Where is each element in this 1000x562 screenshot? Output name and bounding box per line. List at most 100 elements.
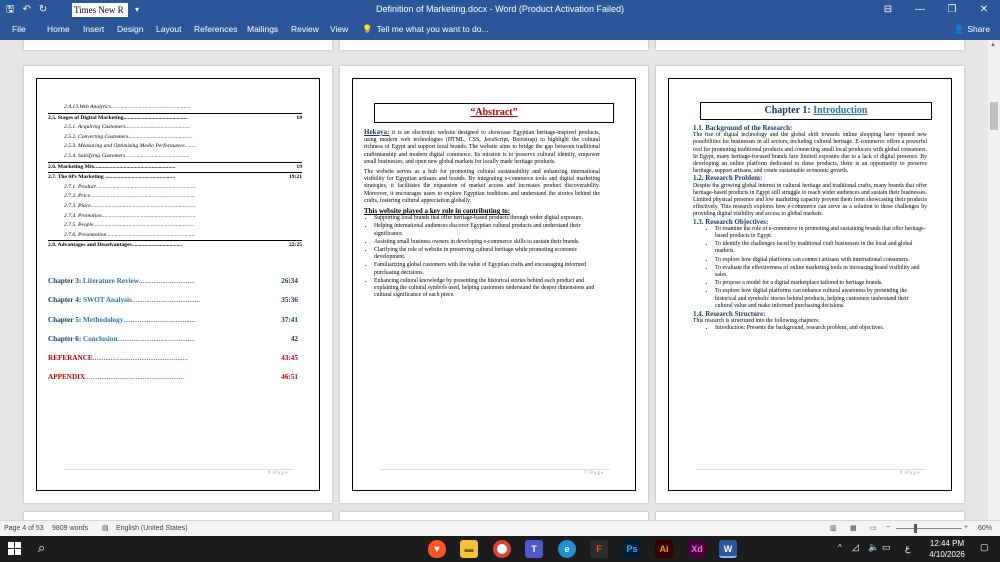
share-button[interactable]: 👤 Share [954, 24, 990, 35]
intro-body: 1.1. Background of the Research: The ris… [693, 124, 927, 334]
objective-item: To evaluate the effectiveness of online … [715, 265, 927, 279]
zoom-out-icon[interactable]: − [886, 524, 890, 531]
section-heading: 1.2. Research Problem: [693, 174, 763, 183]
scroll-up-icon[interactable]: ▲ [990, 42, 996, 48]
scroll-thumb[interactable] [990, 102, 998, 130]
illustrator-icon[interactable]: Ai [655, 540, 673, 558]
person-icon: 👤 [953, 24, 965, 34]
close-button[interactable]: ✕ [968, 0, 1000, 20]
zoom-slider-thumb[interactable] [914, 524, 917, 533]
tab-design[interactable]: Design [117, 24, 143, 34]
zoom-level[interactable]: 60% [978, 525, 992, 532]
read-mode-icon[interactable]: ▥ [830, 524, 837, 532]
word-count[interactable]: 9809 words [52, 525, 88, 532]
clock-date: 4/10/2026 [929, 550, 965, 559]
abstract-bullet: Helping international audiences discover… [374, 223, 600, 237]
toc-row-title: 2.7. The 6Ps Marketing .................… [48, 174, 175, 181]
photoshop-icon[interactable]: Ps [623, 540, 641, 558]
chevron-up-icon[interactable]: ^ [838, 543, 842, 552]
toc-row[interactable]: 2.7.4. Promotion........................… [48, 212, 302, 222]
page-abstract[interactable]: “Abstract” Hekaya: it is an electronic w… [340, 66, 648, 503]
battery-icon[interactable]: ▭ [882, 542, 891, 553]
toc-row[interactable]: 2.5.4. Satisfying Customers.............… [48, 152, 302, 162]
toc-chapter-6[interactable]: Chapter 6: Conclusion...................… [48, 335, 298, 343]
tell-me-box[interactable]: 💡 Tell me what you want to do... [362, 24, 489, 35]
toc-row[interactable]: 2.7.5. People...........................… [48, 221, 302, 231]
toc-chapter-3[interactable]: Chapter 3: Literature Review............… [48, 277, 298, 285]
brave-browser-icon[interactable]: ▼ [428, 540, 446, 558]
wifi-icon[interactable]: ◿ [852, 542, 859, 553]
toc-row[interactable]: 2.8. Advantages and Disadvantages.......… [48, 240, 302, 251]
toc-row[interactable]: 2.7.3. Place............................… [48, 202, 302, 212]
zoom-slider[interactable] [896, 528, 962, 529]
teams-icon[interactable]: T [525, 540, 543, 558]
clock[interactable]: 12:44 PM 4/10/2026 [922, 538, 972, 560]
windows-start-icon[interactable] [8, 542, 22, 556]
toc-row[interactable]: 2.7. The 6Ps Marketing .................… [48, 172, 302, 183]
page-toc[interactable]: 2.4.13.Web Analytics....................… [24, 66, 332, 503]
toc-row[interactable]: 2.6. Marketing Mix......................… [48, 161, 302, 173]
toc-references[interactable]: REFERANCE...............................… [48, 354, 298, 362]
page-introduction[interactable]: Chapter 1: Introduction 1.1. Background … [656, 66, 964, 503]
tab-view[interactable]: View [330, 24, 348, 34]
abstract-bullet: Clarifying the role of website in preser… [374, 247, 600, 261]
toc-row[interactable]: 2.5.2. Converting Customers.............… [48, 133, 302, 143]
toc-appendix[interactable]: APPENDIX................................… [48, 373, 298, 381]
toc-row-title: 2.8. Advantages and Disadvantages.......… [48, 242, 183, 249]
tab-mailings[interactable]: Mailings [247, 24, 278, 34]
toc-row[interactable]: 2.7.6. Presentation.....................… [48, 231, 302, 241]
minimize-button[interactable]: — [904, 0, 936, 20]
figma-icon[interactable]: F [590, 540, 608, 558]
tab-file[interactable]: File [12, 24, 26, 34]
structure-list: Introduction: Presents the background, r… [693, 325, 927, 332]
vertical-scrollbar[interactable]: ▲ [988, 40, 1000, 520]
zoom-in-icon[interactable]: + [964, 524, 968, 531]
word-taskbar-icon[interactable]: W [719, 540, 737, 558]
toc-row-page: 22:25 [288, 242, 302, 249]
tab-insert[interactable]: Insert [83, 24, 104, 34]
section-heading: 1.3. Research Objectives: [693, 217, 769, 226]
volume-icon[interactable]: 🔈 [868, 542, 879, 553]
toc-row-title: 2.7.2. Price............................… [64, 193, 195, 200]
tab-references[interactable]: References [194, 24, 237, 34]
toc-row[interactable]: 2.7.1. Product..........................… [48, 183, 302, 193]
page-stub [340, 40, 648, 50]
page-count[interactable]: Page 4 of 53 [4, 525, 44, 532]
chapter-title: Chapter 1: Introduction [700, 102, 932, 120]
document-canvas[interactable]: 2.4.13.Web Analytics....................… [0, 40, 988, 520]
page-number: 6 | P a g e [268, 471, 288, 476]
proofing-icon[interactable]: ▤ [102, 524, 109, 532]
search-icon[interactable]: ⌕ [38, 540, 45, 556]
edge-icon[interactable]: e [558, 540, 576, 558]
abstract-title: “Abstract” [374, 103, 614, 123]
notification-icon[interactable]: ▢ [980, 542, 989, 553]
tab-home[interactable]: Home [47, 24, 70, 34]
toc-chapter-5[interactable]: Chapter 5: Methodology..................… [48, 316, 298, 324]
toc-row-title: 2.5.2. Converting Customers.............… [64, 133, 193, 140]
web-layout-icon[interactable]: ▭ [870, 524, 877, 532]
page-number: 8 | P a g e [900, 471, 920, 476]
toc-row[interactable]: 2.5.3. Measuring and Optimizing Media Pe… [48, 142, 302, 152]
ribbon-tabs: File Home Insert Design Layout Reference… [0, 20, 1000, 40]
toc-row-page: 19:21 [288, 174, 302, 181]
tab-layout[interactable]: Layout [156, 24, 182, 34]
chrome-icon[interactable] [493, 540, 511, 558]
file-explorer-icon[interactable]: ▬ [460, 540, 478, 558]
xd-icon[interactable]: Xd [688, 540, 706, 558]
input-language[interactable]: ع [905, 543, 910, 554]
abstract-bullet: Supporting local brands that offer herit… [374, 215, 600, 222]
section-text: Despite the growing global interest in c… [693, 182, 927, 218]
tab-review[interactable]: Review [291, 24, 319, 34]
page-stub [656, 40, 964, 50]
language[interactable]: English (United States) [116, 525, 188, 532]
ribbon-display-icon[interactable]: ⊟ [872, 0, 904, 20]
print-layout-icon[interactable]: ▦ [850, 524, 857, 532]
toc-row[interactable]: 2.4.13.Web Analytics....................… [48, 103, 302, 113]
toc-row[interactable]: 2.7.2. Price............................… [48, 192, 302, 202]
maximize-button[interactable]: ❐ [936, 0, 968, 20]
toc-row-title: 2.7.1. Product..........................… [64, 183, 196, 190]
toc-row[interactable]: 2.5. Stages of Digital Marketing........… [48, 112, 302, 124]
toc-row[interactable]: 2.5.1. Acquiring Customers..............… [48, 123, 302, 133]
toc-row-title: 2.5.4. Satisfying Customers.............… [64, 152, 190, 159]
toc-chapter-4[interactable]: Chapter 4: SWOT Analysis................… [48, 296, 298, 304]
